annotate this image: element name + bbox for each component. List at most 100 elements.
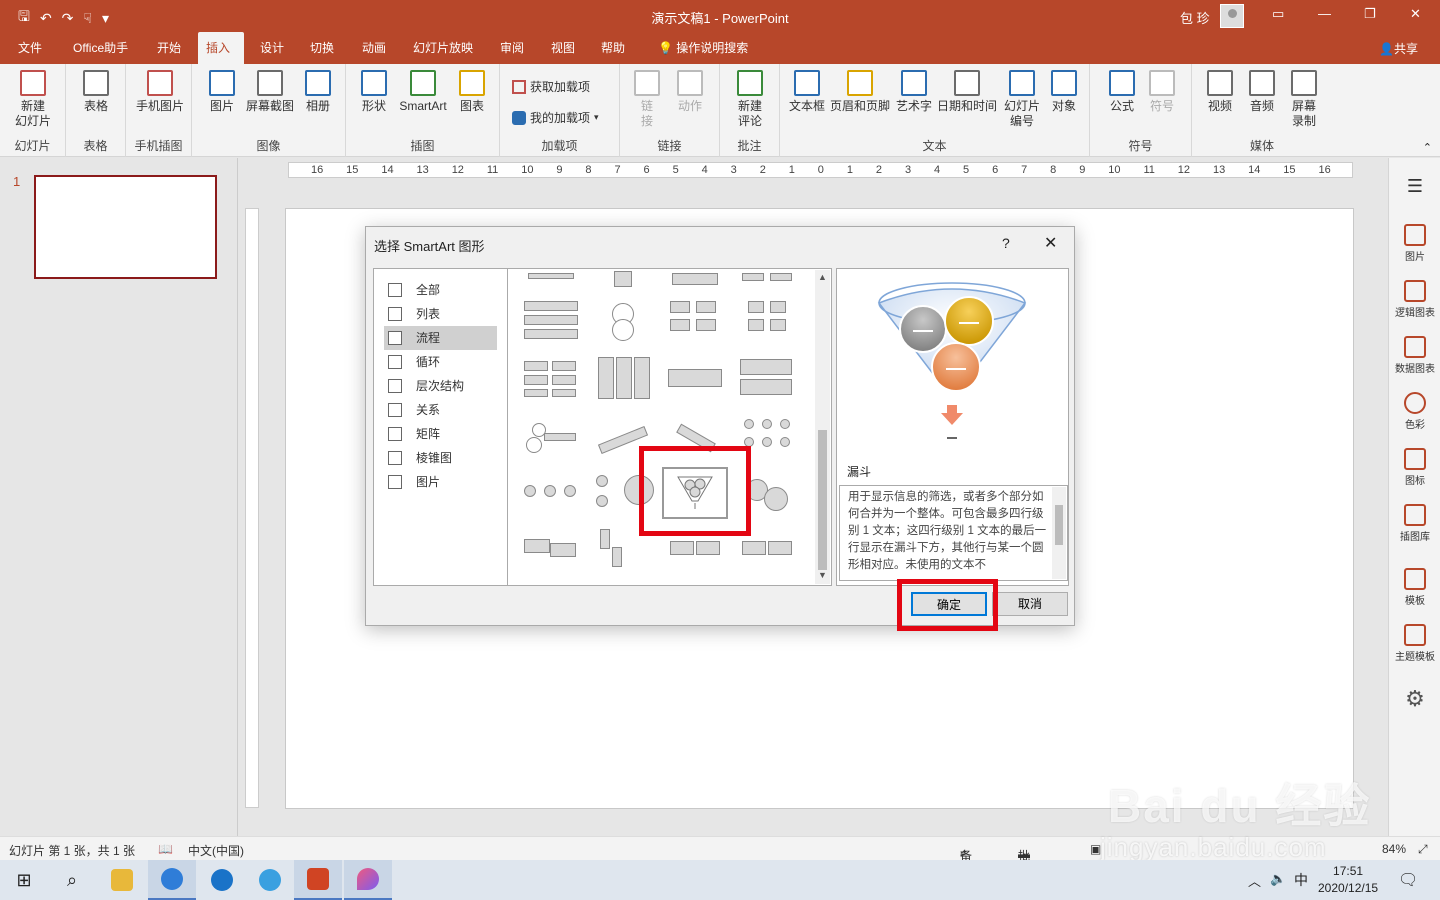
cancel-button[interactable]: 取消 [992, 592, 1068, 616]
action-button[interactable]: 动作 [672, 70, 708, 114]
tab-animations[interactable]: 动画 [354, 32, 394, 64]
scroll-thumb[interactable] [818, 430, 827, 570]
chart-button[interactable]: 图表 [454, 70, 490, 114]
layout-item[interactable] [594, 471, 654, 515]
taskbar-powerpoint[interactable] [294, 860, 342, 900]
tab-home[interactable]: 开始 [149, 32, 189, 64]
equation-button[interactable]: 公式 [1104, 70, 1140, 114]
layout-item[interactable] [666, 415, 724, 459]
tab-view[interactable]: 视图 [543, 32, 583, 64]
rail-colors[interactable]: 色彩 [1389, 392, 1440, 431]
layout-item[interactable] [738, 269, 796, 291]
layout-item[interactable] [666, 299, 724, 343]
scroll-up-icon[interactable]: ▲ [818, 272, 827, 282]
shapes-button[interactable]: 形状 [356, 70, 392, 114]
screen-record-button[interactable]: 屏幕 录制 [1286, 70, 1322, 129]
layout-item[interactable] [738, 299, 796, 343]
phone-picture-button[interactable]: 手机图片 [132, 70, 188, 114]
rail-logic-chart[interactable]: 逻辑图表 [1389, 280, 1440, 319]
layout-item[interactable] [738, 527, 796, 571]
rail-templates[interactable]: 模板 [1389, 568, 1440, 607]
object-button[interactable]: 对象 [1044, 70, 1084, 114]
category-all[interactable]: 全部 [384, 278, 497, 302]
category-list-item[interactable]: 列表 [384, 302, 497, 326]
volume-icon[interactable]: 🔈 [1270, 871, 1286, 887]
tell-me-search[interactable]: 💡 操作说明搜索 [650, 32, 756, 64]
spellcheck-icon[interactable]: 📖 [158, 842, 173, 856]
picture-button[interactable]: 图片 [202, 70, 242, 114]
layout-item[interactable] [522, 527, 580, 571]
layout-item[interactable] [594, 299, 652, 343]
system-clock[interactable]: 17:51 2020/12/15 [1318, 863, 1378, 897]
category-pyramid[interactable]: 棱锥图 [384, 446, 497, 470]
search-button[interactable]: ⌕ [48, 860, 96, 900]
layout-item[interactable] [522, 415, 580, 459]
rail-pictures[interactable]: 图片 [1389, 224, 1440, 263]
category-matrix[interactable]: 矩阵 [384, 422, 497, 446]
new-slide-button[interactable]: 新建 幻灯片 [8, 70, 58, 129]
layout-item[interactable] [594, 415, 652, 459]
category-hierarchy[interactable]: 层次结构 [384, 374, 497, 398]
zoom-level[interactable]: 84% [1382, 842, 1406, 856]
layout-item[interactable] [594, 357, 652, 401]
slide-thumbnail[interactable] [34, 175, 217, 279]
close-icon[interactable]: ✕ [1410, 6, 1421, 22]
rail-icons[interactable]: 图标 [1389, 448, 1440, 487]
taskbar-browser-1[interactable] [148, 860, 196, 900]
category-picture[interactable]: 图片 [384, 470, 497, 494]
smartart-button[interactable]: SmartArt [394, 70, 452, 114]
taskbar-ie[interactable] [246, 860, 294, 900]
dialog-close-icon[interactable]: ✕ [1044, 233, 1057, 253]
scroll-down-icon[interactable]: ▼ [818, 570, 827, 580]
new-comment-button[interactable]: 新建 评论 [730, 70, 770, 129]
ok-button[interactable]: 确定 [911, 592, 987, 616]
header-footer-button[interactable]: 页眉和页脚 [828, 70, 892, 114]
start-button[interactable]: ⊞ [0, 860, 48, 900]
tab-office-helper[interactable]: Office助手 [65, 32, 136, 64]
category-relationship[interactable]: 关系 [384, 398, 497, 422]
language-status[interactable]: 中文(中国) [188, 842, 244, 859]
layout-item[interactable] [522, 269, 580, 291]
get-addins-button[interactable]: 获取加载项 [512, 78, 590, 95]
rail-illustration-lib[interactable]: 插图库 [1389, 504, 1440, 543]
symbol-button[interactable]: 符号 [1144, 70, 1180, 114]
layout-item[interactable] [738, 471, 796, 515]
share-button[interactable]: 👤共享 [1379, 40, 1418, 57]
layout-item[interactable] [666, 357, 724, 401]
layout-item[interactable] [594, 527, 652, 571]
maximize-icon[interactable]: ❐ [1364, 6, 1376, 22]
category-cycle[interactable]: 循环 [384, 350, 497, 374]
user-name[interactable]: 包 珍 [1180, 8, 1210, 27]
avatar[interactable] [1220, 4, 1244, 28]
rail-theme-templates[interactable]: 主题模板 [1389, 624, 1440, 663]
help-button[interactable]: ? [1002, 235, 1010, 251]
rail-collapse-button[interactable]: ☰ [1389, 176, 1440, 197]
taskbar-paint-app[interactable] [344, 860, 392, 900]
layout-item[interactable] [666, 527, 724, 571]
album-button[interactable]: 相册 [298, 70, 338, 114]
link-button[interactable]: 链 接 [632, 70, 662, 129]
minimize-icon[interactable]: — [1318, 6, 1331, 21]
datetime-button[interactable]: 日期和时间 [936, 70, 998, 114]
tab-slideshow[interactable]: 幻灯片放映 [405, 32, 481, 64]
scroll-thumb[interactable] [1055, 505, 1063, 545]
tab-help[interactable]: 帮助 [593, 32, 633, 64]
ime-indicator[interactable]: 中 [1294, 870, 1308, 890]
layout-item[interactable] [522, 471, 580, 515]
layout-item[interactable] [666, 269, 724, 291]
layout-item-funnel-selected[interactable] [662, 467, 728, 519]
category-process[interactable]: 流程 [384, 326, 497, 350]
video-button[interactable]: 视频 [1202, 70, 1238, 114]
description-scrollbar[interactable] [1052, 487, 1066, 579]
audio-button[interactable]: 音频 [1244, 70, 1280, 114]
collapse-ribbon-icon[interactable]: ⌃ [1423, 141, 1432, 154]
tab-transitions[interactable]: 切换 [302, 32, 342, 64]
taskbar-explorer[interactable] [98, 860, 146, 900]
taskbar-edge[interactable] [198, 860, 246, 900]
wordart-button[interactable]: 艺术字 [894, 70, 934, 114]
screenshot-button[interactable]: 屏幕截图 [244, 70, 296, 114]
my-addins-button[interactable]: 我的加载项 ▾ [512, 109, 599, 126]
tab-design[interactable]: 设计 [252, 32, 292, 64]
layout-item[interactable] [594, 269, 652, 291]
slide-number-button[interactable]: 幻灯片 编号 [1000, 70, 1044, 129]
